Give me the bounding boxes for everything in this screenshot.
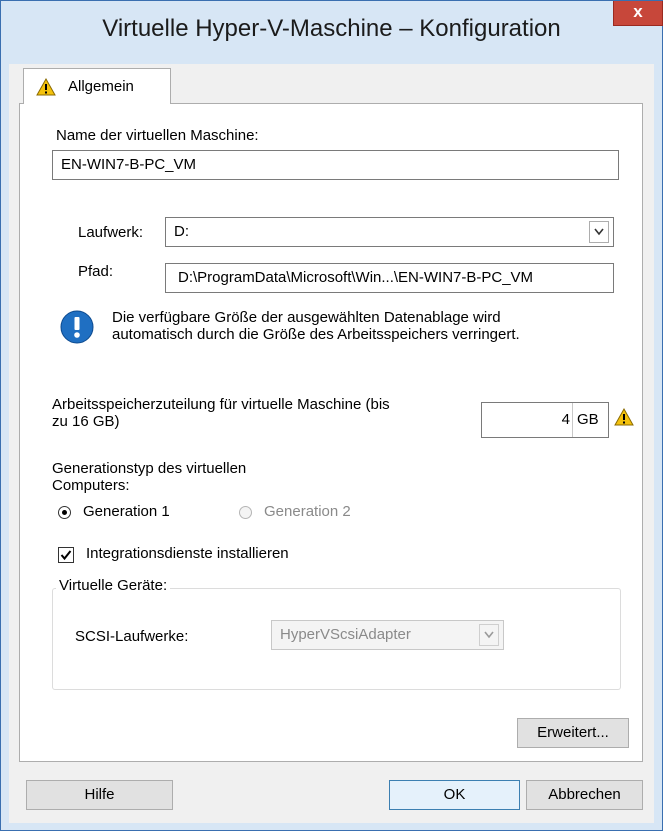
window-title: Virtuelle Hyper-V-Maschine – Konfigurati… [102,15,561,42]
warning-icon [614,407,634,430]
close-icon: x [633,2,643,21]
drive-label: Laufwerk: [78,224,144,241]
tab-panel-general: Name der virtuellen Maschine: EN-WIN7-B-… [19,103,643,762]
virtual-devices-title: Virtuelle Geräte: [56,577,171,594]
generation-label-line-1: Generationstyp des virtuellen [52,460,247,477]
generation-1-label[interactable]: Generation 1 [83,503,170,520]
close-button[interactable]: x [613,1,663,26]
cancel-button[interactable]: Abbrechen [526,780,643,810]
chevron-down-icon[interactable] [589,221,609,243]
info-icon [60,310,94,348]
info-text-line-1: Die verfügbare Größe der ausgewählten Da… [112,309,501,326]
memory-label: Arbeitsspeicherzuteilung für virtuelle M… [52,396,390,430]
drive-value: D: [174,223,189,240]
drive-select[interactable]: D: [165,217,614,247]
path-input[interactable]: D:\ProgramData\Microsoft\Win...\EN-WIN7-… [165,263,614,293]
scsi-label: SCSI-Laufwerke: [75,628,189,645]
ok-button[interactable]: OK [389,780,520,810]
memory-field[interactable]: 4 GB [481,402,609,438]
memory-label-line-2: zu 16 GB) [52,413,120,430]
path-label: Pfad: [78,263,114,280]
integration-checkbox[interactable] [58,547,74,563]
generation-label-line-2: Computers: [52,477,130,494]
tab-allgemein[interactable]: Allgemein [23,68,171,104]
scsi-value: HyperVScsiAdapter [280,626,411,643]
dialog-window: Virtuelle Hyper-V-Maschine – Konfigurati… [0,0,663,831]
vm-name-label: Name der virtuellen Maschine: [56,127,259,144]
dialog-client-area: Allgemein Name der virtuellen Maschine: … [9,64,654,823]
info-text-line-2: automatisch durch die Größe des Arbeitss… [112,326,520,343]
integration-label[interactable]: Integrationsdienste installieren [86,545,289,562]
scsi-select[interactable]: HyperVScsiAdapter [271,620,504,650]
title-bar[interactable]: Virtuelle Hyper-V-Maschine – Konfigurati… [1,1,663,64]
memory-label-line-1: Arbeitsspeicherzuteilung für virtuelle M… [52,396,390,413]
tab-label: Allgemein [68,78,134,95]
generation-2-label[interactable]: Generation 2 [264,503,351,520]
memory-value[interactable]: 4 [562,403,570,437]
vm-name-input[interactable]: EN-WIN7-B-PC_VM [52,150,619,180]
info-text: Die verfügbare Größe der ausgewählten Da… [112,309,520,343]
help-button[interactable]: Hilfe [26,780,173,810]
advanced-button[interactable]: Erweitert... [517,718,629,748]
warning-icon [36,77,56,100]
generation-1-radio[interactable] [58,506,71,519]
generation-label: Generationstyp des virtuellen Computers: [52,460,246,494]
radio-selected-dot [62,510,67,515]
checkmark-icon [60,550,72,561]
chevron-down-icon[interactable] [479,624,499,646]
memory-unit: GB [572,403,608,437]
generation-2-radio[interactable] [239,506,252,519]
